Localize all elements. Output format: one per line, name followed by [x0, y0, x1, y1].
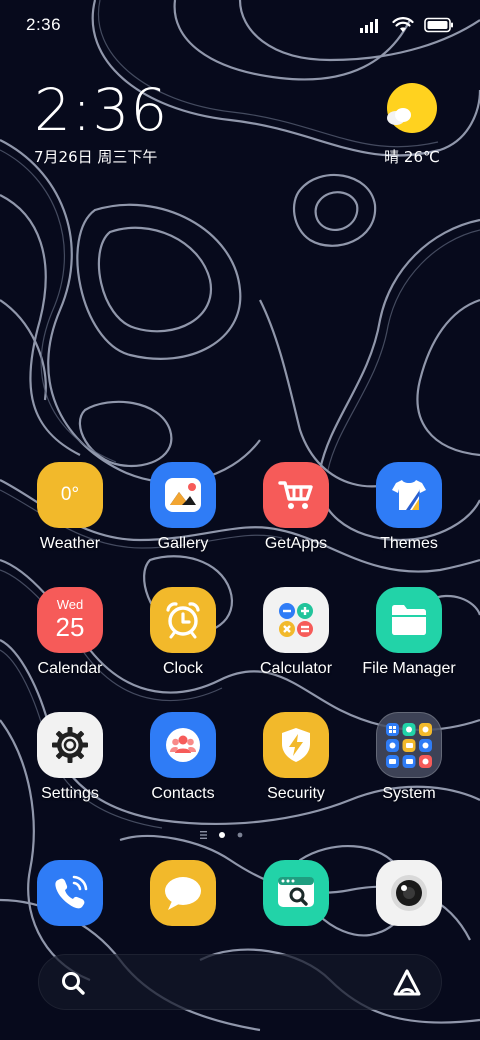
app-calendar[interactable]: Wed 25 Calendar — [15, 587, 125, 678]
app-themes[interactable]: Themes — [354, 462, 464, 553]
widget-date: 7月26日 周三下午 — [34, 148, 158, 166]
app-label: Themes — [380, 535, 438, 552]
app-clock[interactable]: Clock — [128, 587, 238, 678]
app-label: Clock — [162, 660, 203, 677]
app-calculator[interactable]: Calculator — [241, 587, 351, 678]
clock-widget[interactable]: 2:36 7月26日 周三下午 — [34, 78, 168, 167]
dock-messaging[interactable] — [150, 860, 216, 926]
app-label: GetApps — [264, 535, 328, 552]
phone-icon — [55, 875, 88, 909]
folder-icon — [376, 587, 442, 653]
weather-icon-temp: 0° — [60, 484, 80, 505]
app-gallery[interactable]: Gallery — [128, 462, 238, 553]
gallery-icon — [150, 462, 216, 528]
shirt-icon — [376, 462, 442, 528]
app-label: Security — [267, 785, 325, 802]
calendar-icon: Wed 25 — [37, 587, 103, 653]
app-label: Contacts — [151, 785, 215, 802]
app-security[interactable]: Security — [241, 712, 351, 803]
app-label: Gallery — [157, 535, 209, 552]
wifi-icon — [392, 17, 414, 32]
page-dot-active — [219, 832, 225, 838]
status-icons — [360, 14, 454, 36]
search-icon — [62, 972, 85, 995]
app-label: System — [382, 785, 436, 802]
calculator-icon — [263, 587, 329, 653]
home-list-icon — [200, 831, 207, 839]
sunny-cloud-icon — [387, 83, 437, 133]
app-label: Settings — [41, 785, 99, 802]
browser-search-icon — [278, 877, 314, 907]
app-weather[interactable]: 0° Weather — [15, 462, 125, 553]
dock-camera[interactable] — [376, 860, 442, 926]
page-indicator[interactable] — [200, 829, 248, 841]
alarm-clock-icon — [150, 587, 216, 653]
status-bar: 2:36 — [0, 0, 480, 50]
signal-icon — [360, 19, 378, 33]
dock-phone[interactable] — [37, 860, 103, 926]
shield-icon — [263, 712, 329, 778]
folder-grid-icon — [376, 712, 442, 778]
weather-widget[interactable]: 晴 26℃ — [380, 82, 444, 168]
camera-icon — [391, 875, 427, 911]
app-label: Calculator — [259, 660, 333, 677]
battery-icon — [424, 17, 453, 33]
calendar-icon-day: Wed — [56, 597, 84, 612]
page-dot — [237, 832, 243, 838]
app-settings[interactable]: Settings — [15, 712, 125, 803]
app-label: Calendar — [37, 660, 103, 677]
app-getapps[interactable]: GetApps — [241, 462, 351, 553]
cart-icon — [263, 462, 329, 528]
widget-time: 2:36 — [34, 76, 169, 144]
app-system-folder[interactable]: System — [354, 712, 464, 803]
weather-icon: 0° — [37, 462, 103, 528]
weather-summary: 晴 26℃ — [384, 148, 440, 166]
app-file-manager[interactable]: File Manager — [354, 587, 464, 678]
search-bar[interactable] — [38, 954, 442, 1010]
assistant-icon[interactable] — [391, 967, 423, 999]
contacts-icon — [150, 712, 216, 778]
calendar-icon-date: 25 — [55, 612, 85, 642]
gear-icon — [37, 712, 103, 778]
message-icon — [165, 877, 201, 910]
app-label: File Manager — [362, 660, 456, 677]
status-time: 2:36 — [26, 15, 62, 34]
app-label: Weather — [39, 535, 101, 552]
app-contacts[interactable]: Contacts — [128, 712, 238, 803]
dock-browser[interactable] — [263, 860, 329, 926]
